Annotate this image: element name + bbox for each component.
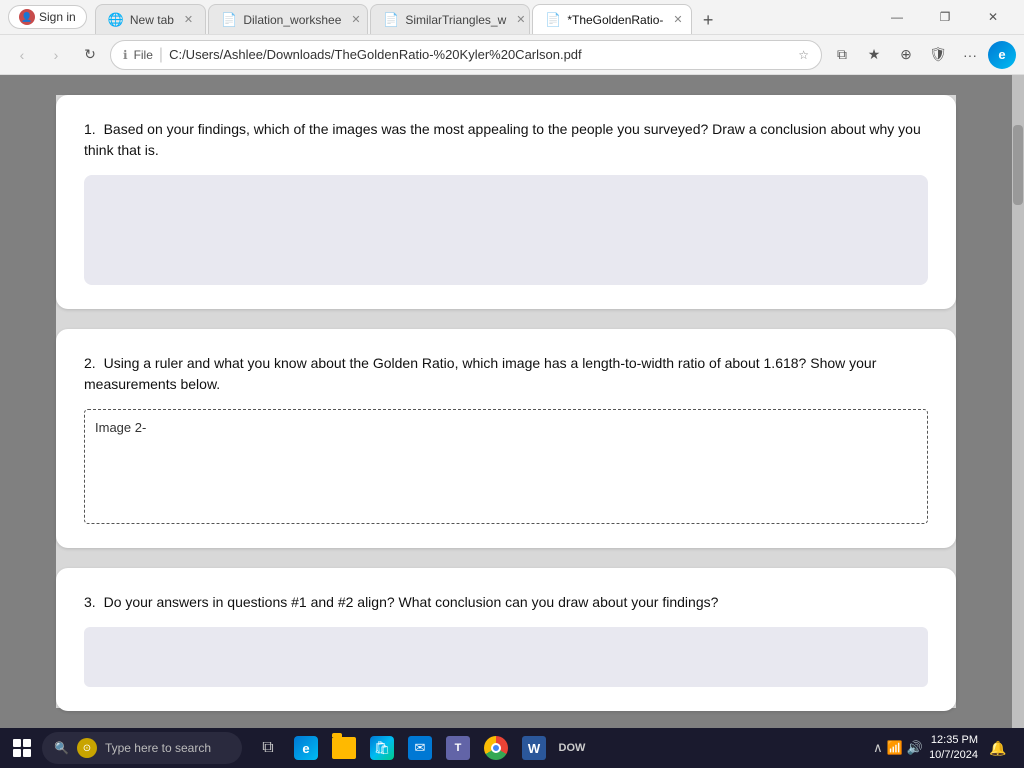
tab-newtab-label: New tab	[130, 13, 174, 27]
question-3-answer-box[interactable]	[84, 627, 928, 687]
question-3-body: Do your answers in questions #1 and #2 a…	[104, 594, 719, 610]
close-button[interactable]: ✕	[970, 0, 1016, 35]
tab-newtab[interactable]: 🌐 New tab ✕	[95, 4, 206, 34]
new-tab-button[interactable]: +	[694, 6, 722, 34]
address-bar: ‹ › ↻ ℹ File | C:/Users/Ashlee/Downloads…	[0, 35, 1024, 75]
tab-goldenratio-close[interactable]: ✕	[673, 13, 682, 26]
edge-app-icon: e	[294, 736, 318, 760]
search-icon: 🔍	[54, 741, 69, 755]
bing-coin-icon: ⊙	[77, 738, 97, 758]
scrollbar[interactable]	[1012, 75, 1024, 728]
notification-button[interactable]: 🔔	[984, 734, 1012, 762]
pdf-page: 1. Based on your findings, which of the …	[56, 95, 956, 708]
question-card-2: 2. Using a ruler and what you know about…	[56, 329, 956, 548]
mail-button[interactable]: ✉	[402, 730, 438, 766]
network-icon[interactable]: 📶	[887, 740, 903, 756]
question-3-number: 3.	[84, 594, 96, 610]
tabs-area: 🌐 New tab ✕ 📄 Dilation_workshee ✕ 📄 Simi…	[95, 0, 874, 34]
favorites-button[interactable]: ★	[860, 41, 888, 69]
chrome-icon	[484, 736, 508, 760]
toolbar-icons: ⧉ ★ ⊕ 🛡 ··· e	[828, 41, 1016, 69]
clock[interactable]: 12:35 PM 10/7/2024	[929, 733, 978, 764]
file-label: File	[134, 48, 153, 62]
teams-button[interactable]: T	[440, 730, 476, 766]
edge-copilot-icon[interactable]: e	[988, 41, 1016, 69]
volume-icon[interactable]: 🔊	[907, 740, 923, 756]
mail-icon: ✉	[408, 736, 432, 760]
word-button[interactable]: W	[516, 730, 552, 766]
dow-button[interactable]: DOW	[554, 730, 590, 766]
star-icon[interactable]: ☆	[798, 48, 809, 62]
question-2-number: 2.	[84, 355, 96, 371]
url-box[interactable]: ℹ File | C:/Users/Ashlee/Downloads/TheGo…	[110, 40, 822, 70]
question-card-1: 1. Based on your findings, which of the …	[56, 95, 956, 309]
minimize-button[interactable]: —	[874, 0, 920, 35]
refresh-button[interactable]: ↻	[76, 41, 104, 69]
dow-label: DOW	[554, 734, 590, 762]
question-1-number: 1.	[84, 121, 96, 137]
tab-newtab-icon: 🌐	[108, 12, 124, 28]
tab-goldenratio[interactable]: 📄 *TheGoldenRatio- ✕	[532, 4, 692, 34]
taskbar-right: ∧ 📶 🔊 12:35 PM 10/7/2024 🔔	[873, 733, 1018, 764]
tray-chevron[interactable]: ∧	[873, 740, 883, 756]
split-tab-button[interactable]: ⧉	[828, 41, 856, 69]
teams-icon: T	[446, 736, 470, 760]
tab-similar-icon: 📄	[383, 12, 399, 28]
question-2-body: Using a ruler and what you know about th…	[84, 355, 876, 392]
sign-in-button[interactable]: 👤 Sign in	[8, 5, 87, 29]
taskbar-apps: ⧉ e 🛍 ✉ T W DOW	[250, 730, 590, 766]
tab-goldenratio-icon: 📄	[545, 12, 561, 28]
file-explorer-button[interactable]	[326, 730, 362, 766]
taskbar-search[interactable]: 🔍 ⊙ Type here to search	[42, 732, 242, 764]
taskbar: 🔍 ⊙ Type here to search ⧉ e 🛍 ✉ T W	[0, 728, 1024, 768]
question-2-text: 2. Using a ruler and what you know about…	[84, 353, 928, 395]
clock-time: 12:35 PM	[929, 733, 978, 748]
back-button[interactable]: ‹	[8, 41, 36, 69]
task-view-button[interactable]: ⧉	[250, 730, 286, 766]
scrollbar-thumb[interactable]	[1013, 125, 1023, 205]
chrome-button[interactable]	[478, 730, 514, 766]
pdf-scroll-area[interactable]: 1. Based on your findings, which of the …	[0, 75, 1012, 728]
search-placeholder: Type here to search	[105, 741, 211, 755]
window-controls: — ❐ ✕	[874, 0, 1016, 35]
more-button[interactable]: ···	[956, 41, 984, 69]
collections-button[interactable]: ⊕	[892, 41, 920, 69]
restore-button[interactable]: ❐	[922, 0, 968, 35]
sys-tray: ∧ 📶 🔊	[873, 740, 923, 756]
task-view-icon: ⧉	[262, 739, 273, 757]
tab-dilation-label: Dilation_workshee	[243, 13, 341, 27]
sign-in-label: Sign in	[39, 10, 76, 24]
tab-similar-label: SimilarTriangles_w	[405, 13, 506, 27]
user-icon: 👤	[19, 9, 35, 25]
tab-dilation-close[interactable]: ✕	[351, 13, 360, 26]
question-1-answer-box[interactable]	[84, 175, 928, 285]
question-1-body: Based on your findings, which of the ima…	[84, 121, 921, 158]
start-button[interactable]	[6, 732, 38, 764]
start-icon	[13, 739, 31, 757]
word-icon: W	[522, 736, 546, 760]
info-icon: ℹ	[123, 48, 128, 62]
title-bar: 👤 Sign in 🌐 New tab ✕ 📄 Dilation_workshe…	[0, 0, 1024, 35]
question-1-text: 1. Based on your findings, which of the …	[84, 119, 928, 161]
forward-button[interactable]: ›	[42, 41, 70, 69]
file-explorer-icon	[332, 737, 356, 759]
tab-similar-close[interactable]: ✕	[516, 13, 525, 26]
tab-dilation-icon: 📄	[221, 12, 237, 28]
url-text: C:/Users/Ashlee/Downloads/TheGoldenRatio…	[169, 47, 792, 62]
edge-app-button[interactable]: e	[288, 730, 324, 766]
tab-goldenratio-label: *TheGoldenRatio-	[567, 13, 663, 27]
question-2-answer-text: Image 2-	[95, 420, 146, 435]
store-button[interactable]: 🛍	[364, 730, 400, 766]
question-3-text: 3. Do your answers in questions #1 and #…	[84, 592, 928, 613]
store-icon: 🛍	[370, 736, 394, 760]
question-2-answer-box[interactable]: Image 2-	[84, 409, 928, 524]
pdf-container: 1. Based on your findings, which of the …	[0, 75, 1024, 728]
clock-date: 10/7/2024	[929, 748, 978, 763]
tab-dilation[interactable]: 📄 Dilation_workshee ✕	[208, 4, 368, 34]
tab-newtab-close[interactable]: ✕	[184, 13, 193, 26]
browser-essentials-button[interactable]: 🛡	[924, 41, 952, 69]
tab-similar[interactable]: 📄 SimilarTriangles_w ✕	[370, 4, 530, 34]
question-card-3: 3. Do your answers in questions #1 and #…	[56, 568, 956, 711]
